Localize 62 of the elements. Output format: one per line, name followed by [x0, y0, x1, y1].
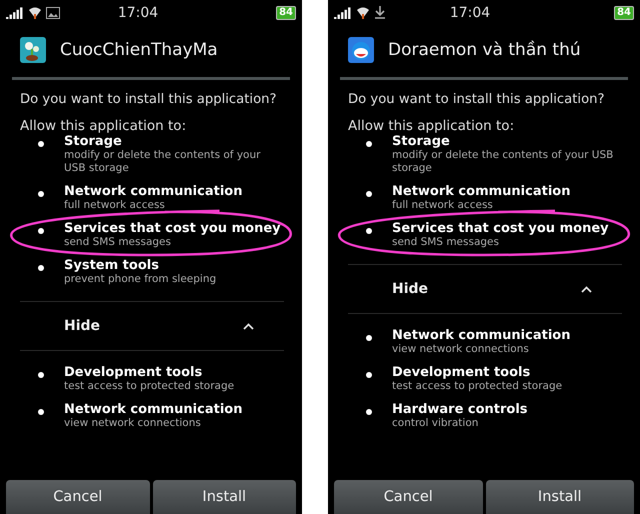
app-name: CuocChienThayMa [60, 40, 218, 60]
install-button[interactable]: Install [486, 480, 634, 514]
permission-description: send SMS messages [64, 236, 172, 249]
hide-toggle[interactable]: Hide [348, 265, 622, 314]
permission-title: Storage [392, 134, 451, 149]
bullet-icon [38, 141, 44, 147]
permission-description: view network connections [392, 343, 530, 356]
battery-level: 84 [276, 6, 296, 20]
permission-description: full network access [64, 199, 166, 212]
permission-description: modify or delete the contents of your USB storage [392, 149, 614, 175]
permission-title: Network communication [392, 328, 572, 343]
permission-description: prevent phone from sleeping [64, 273, 218, 286]
cancel-button[interactable]: Cancel [334, 480, 482, 514]
bullet-icon [366, 335, 372, 341]
permission-description: control vibration [392, 417, 480, 430]
plant-icon [20, 37, 46, 63]
allow-label: Allow this application to: [20, 118, 188, 134]
permission-description: test access to protected storage [64, 380, 236, 393]
permission-title: Development tools [64, 365, 204, 380]
signal-icon [334, 6, 352, 18]
status-time: 17:04 [116, 4, 160, 20]
permission-title: System tools [64, 258, 160, 273]
bullet-icon [366, 141, 372, 147]
permission-title: Development tools [392, 365, 532, 380]
bullet-icon [366, 191, 372, 197]
app-name: Doraemon và thần thú [388, 40, 581, 60]
caret-up-icon [581, 286, 592, 292]
bullet-icon [366, 228, 372, 234]
install-button[interactable]: Install [152, 480, 296, 514]
bullet-icon [366, 409, 372, 415]
signal-icon [6, 6, 24, 18]
permission-description: view network connections [64, 417, 202, 430]
permission-title: Network communication [392, 184, 572, 199]
bullet-icon [366, 372, 372, 378]
hide-toggle[interactable]: Hide [20, 302, 284, 351]
permission-description: test access to protected storage [392, 380, 564, 393]
download-icon [374, 6, 386, 19]
install-question: Do you want to install this application? [348, 92, 606, 107]
caret-up-icon [243, 322, 254, 330]
permission-title: Network communication [64, 184, 244, 199]
permission-title: Hardware controls [392, 402, 529, 417]
wifi-icon [356, 6, 370, 19]
permission-title: Services that cost you money [64, 221, 282, 236]
permission-description: send SMS messages [392, 236, 500, 249]
permission-description: modify or delete the contents of your USB storage [64, 149, 262, 175]
battery-level: 84 [614, 6, 634, 20]
cartoon-icon [348, 37, 374, 63]
wifi-icon [28, 6, 42, 19]
image-icon [46, 6, 60, 18]
bullet-icon [38, 265, 44, 271]
cancel-button[interactable]: Cancel [6, 480, 150, 514]
bullet-icon [38, 409, 44, 415]
permission-title: Storage [64, 134, 123, 149]
install-question: Do you want to install this application? [20, 92, 278, 107]
bullet-icon [38, 228, 44, 234]
allow-label: Allow this application to: [348, 118, 516, 134]
permission-title: Network communication [64, 402, 244, 417]
permission-title: Services that cost you money [392, 221, 610, 236]
status-time: 17:04 [448, 4, 492, 20]
bullet-icon [38, 191, 44, 197]
permission-description: full network access [392, 199, 494, 212]
bullet-icon [38, 372, 44, 378]
